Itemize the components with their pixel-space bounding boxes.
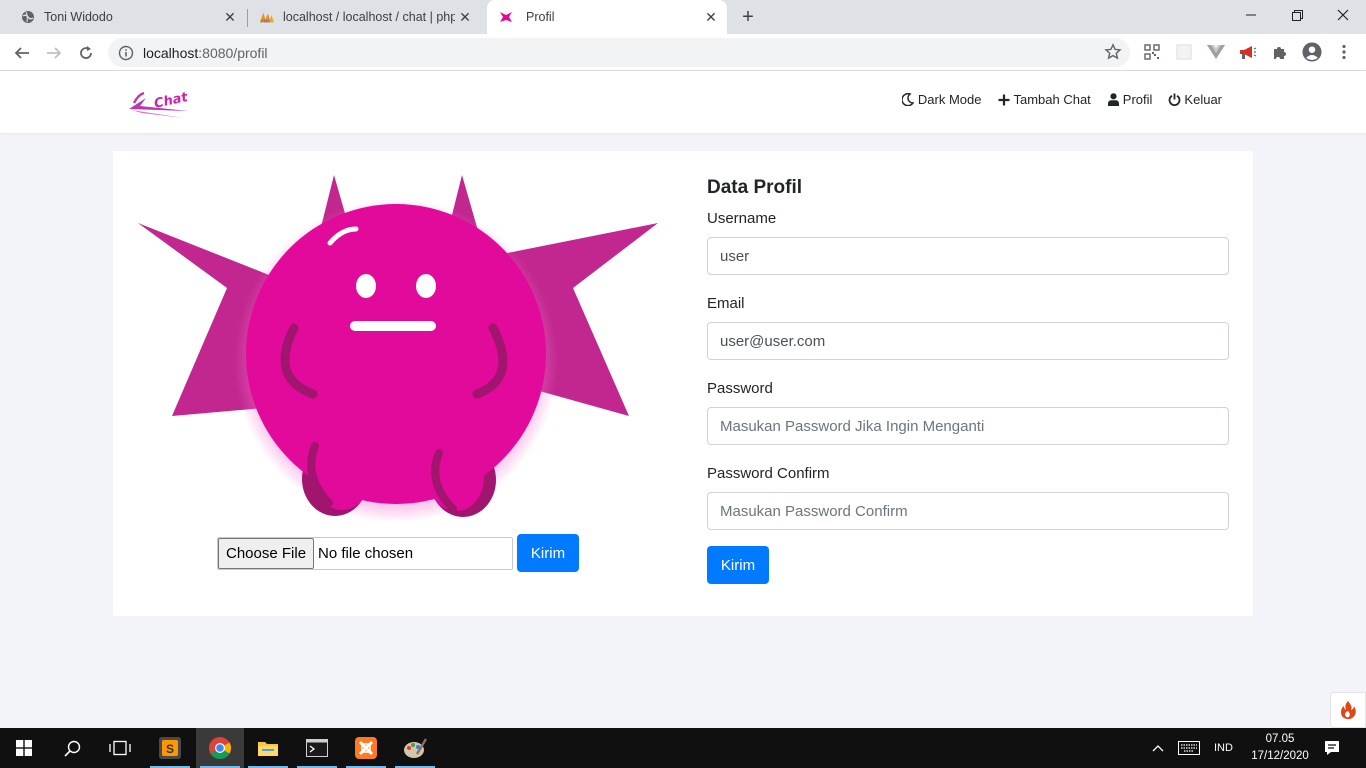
forward-button[interactable]: [41, 40, 67, 66]
site-logo-icon: [498, 9, 514, 25]
tab-title: Toni Widodo: [44, 10, 113, 24]
nav-tambah-chat-label: Tambah Chat: [1013, 92, 1091, 107]
file-explorer-icon[interactable]: [244, 728, 292, 768]
tab-profil[interactable]: Profil ✕: [487, 0, 727, 34]
avatar-upload-row: Choose File No file chosen Kirim: [217, 534, 579, 572]
tab-phpmyadmin[interactable]: PMA localhost / localhost / chat | phpMy…: [248, 0, 485, 34]
qr-code-icon[interactable]: [1142, 42, 1162, 62]
profile-form: Data Profil Username user Email user@use…: [707, 177, 1229, 584]
moon-icon: [902, 93, 915, 106]
site-info-icon[interactable]: [118, 45, 134, 61]
tab-title: localhost / localhost / chat | phpMyAdmi…: [283, 10, 455, 24]
nav-dark-mode[interactable]: Dark Mode: [902, 92, 982, 107]
phpmyadmin-icon: PMA: [259, 9, 275, 25]
close-tab-icon[interactable]: ✕: [701, 7, 721, 27]
password-confirm-label: Password Confirm: [707, 465, 830, 482]
site-navbar: Chat Dark Mode Tambah Chat Profil Keluar: [0, 71, 1366, 133]
browser-toolbar: localhost:8080/profil: [0, 34, 1366, 71]
plus-icon: [997, 93, 1010, 106]
form-heading: Data Profil: [707, 177, 803, 198]
upload-avatar-button[interactable]: Kirim: [517, 534, 579, 572]
choose-file-button[interactable]: Choose File: [218, 537, 315, 569]
paint-icon[interactable]: [391, 728, 439, 768]
svg-text:Chat: Chat: [153, 90, 190, 112]
taskbar-clock[interactable]: 07.05 17/12/2020: [1244, 731, 1316, 765]
nav-profil-label: Profil: [1122, 92, 1153, 107]
task-view-icon[interactable]: [96, 728, 144, 768]
kebab-menu-icon[interactable]: [1334, 42, 1354, 62]
nav-tambah-chat[interactable]: Tambah Chat: [997, 92, 1091, 107]
windows-taskbar: S IND 07.05 17/12/2020: [0, 728, 1366, 768]
vue-devtools-icon[interactable]: [1206, 42, 1226, 62]
address-bar[interactable]: localhost:8080/profil: [108, 38, 1130, 67]
tab-title: Profil: [526, 10, 555, 24]
tab-toni-widodo[interactable]: Toni Widodo ✕: [0, 0, 246, 34]
close-window-button[interactable]: [1320, 0, 1366, 30]
fire-icon[interactable]: [1330, 692, 1366, 728]
save-profile-button[interactable]: Kirim: [707, 546, 769, 584]
start-icon[interactable]: [0, 728, 48, 768]
notifications-icon[interactable]: [1324, 728, 1344, 768]
show-hidden-icons-icon[interactable]: [1152, 728, 1172, 768]
back-button[interactable]: [9, 40, 35, 66]
username-label: Username: [707, 210, 777, 227]
maximize-button[interactable]: [1274, 0, 1320, 30]
nav-profil[interactable]: Profil: [1107, 92, 1153, 107]
profile-card: Choose File No file chosen Kirim Data Pr…: [113, 151, 1253, 616]
avatar-file-input[interactable]: Choose File No file chosen: [217, 536, 513, 570]
email-label: Email: [707, 295, 745, 312]
bookmark-star-icon[interactable]: [1104, 43, 1122, 61]
svg-text:PMA: PMA: [261, 18, 272, 23]
close-tab-icon[interactable]: ✕: [455, 7, 475, 27]
nav-links: Dark Mode Tambah Chat Profil Keluar: [886, 92, 1222, 107]
reload-button[interactable]: [73, 40, 99, 66]
nav-keluar[interactable]: Keluar: [1168, 92, 1222, 107]
chrome-icon[interactable]: [196, 728, 244, 768]
keyboard-icon[interactable]: [1178, 728, 1204, 768]
site-logo[interactable]: Chat: [128, 85, 190, 121]
language-indicator[interactable]: IND: [1214, 728, 1233, 768]
avatar-image: [138, 175, 658, 521]
search-icon[interactable]: [48, 728, 96, 768]
profile-icon[interactable]: [1302, 42, 1322, 62]
file-status-text: No file chosen: [318, 544, 414, 562]
password-confirm-field[interactable]: Masukan Password Confirm: [707, 492, 1229, 530]
puzzle-icon[interactable]: [1270, 42, 1290, 62]
xampp-icon[interactable]: [342, 728, 390, 768]
extension-box-icon[interactable]: [1174, 42, 1194, 62]
new-tab-button[interactable]: +: [736, 5, 760, 29]
close-tab-icon[interactable]: ✕: [220, 7, 240, 27]
megaphone-icon[interactable]: [1238, 42, 1258, 62]
terminal-icon[interactable]: [293, 728, 341, 768]
user-icon: [1107, 93, 1120, 106]
svg-text:S: S: [166, 742, 174, 756]
minimize-button[interactable]: [1228, 0, 1274, 30]
url-text: localhost:8080/profil: [143, 44, 268, 61]
password-field[interactable]: Masukan Password Jika Ingin Menganti: [707, 407, 1229, 445]
power-icon: [1168, 93, 1181, 106]
sublime-text-icon[interactable]: S: [146, 728, 194, 768]
password-label: Password: [707, 380, 773, 397]
clock-time: 07.05: [1265, 733, 1295, 745]
email-field[interactable]: user@user.com: [707, 322, 1229, 360]
nav-keluar-label: Keluar: [1184, 92, 1222, 107]
globe-icon: [20, 9, 36, 25]
clock-date: 17/12/2020: [1251, 750, 1309, 762]
nav-dark-mode-label: Dark Mode: [917, 92, 982, 107]
browser-tabstrip: Toni Widodo ✕ PMA localhost / localhost …: [0, 0, 1366, 34]
username-field[interactable]: user: [707, 237, 1229, 275]
